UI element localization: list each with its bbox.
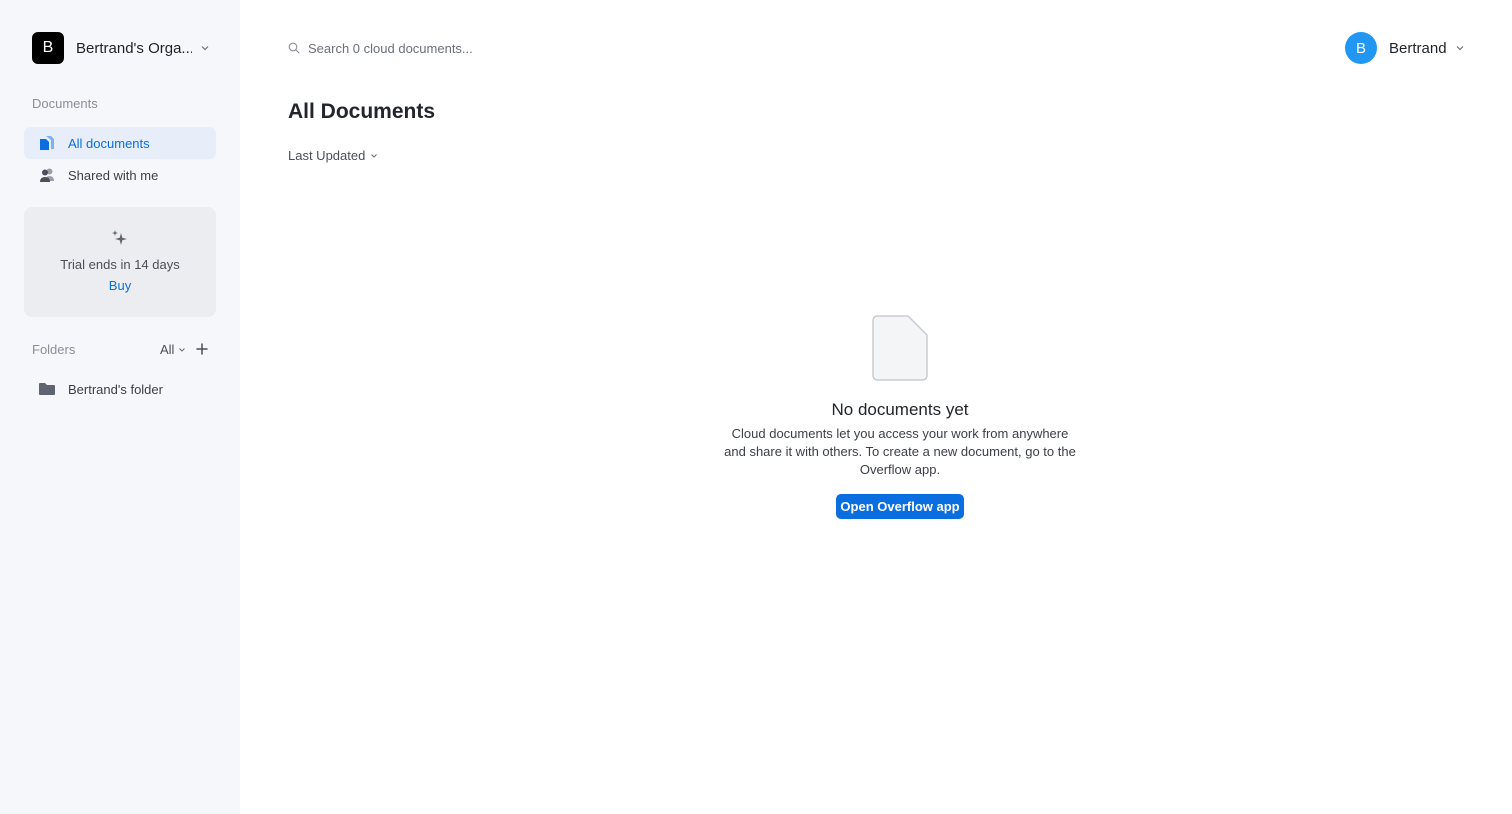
sidebar-item-shared-with-me[interactable]: Shared with me xyxy=(24,159,216,191)
org-avatar: B xyxy=(32,32,64,64)
folder-label: Bertrand's folder xyxy=(68,381,163,397)
documents-icon xyxy=(38,134,56,152)
user-menu[interactable]: B Bertrand xyxy=(1345,32,1465,64)
add-folder-plus-icon[interactable] xyxy=(194,341,210,357)
shared-users-icon xyxy=(38,166,56,184)
search-icon xyxy=(288,42,300,54)
search-input[interactable] xyxy=(308,40,668,56)
user-name: Bertrand xyxy=(1389,39,1447,57)
sparkles-icon xyxy=(112,230,127,245)
chevron-down-icon xyxy=(371,153,378,158)
empty-document-icon xyxy=(872,315,928,381)
avatar: B xyxy=(1345,32,1377,64)
sidebar-item-label: All documents xyxy=(68,135,150,151)
chevron-down-icon xyxy=(201,46,209,51)
open-overflow-app-button[interactable]: Open Overflow app xyxy=(836,494,964,519)
chevron-down-icon xyxy=(1456,46,1463,51)
empty-state-description: Cloud documents let you access your work… xyxy=(724,426,1076,477)
org-name: Bertrand's Orga... xyxy=(76,39,192,57)
org-switcher[interactable]: B Bertrand's Orga... xyxy=(32,32,210,64)
sort-label: Last Updated xyxy=(288,148,366,163)
documents-section-label: Documents xyxy=(32,96,98,111)
chevron-down-icon xyxy=(179,347,186,352)
search-bar xyxy=(288,38,688,58)
empty-state-title: No documents yet xyxy=(831,400,969,419)
folders-filter-dropdown[interactable]: All xyxy=(160,342,186,357)
buy-link[interactable]: Buy xyxy=(24,278,216,293)
sidebar-item-folder[interactable]: Bertrand's folder xyxy=(24,373,216,405)
trial-status-text: Trial ends in 14 days xyxy=(60,257,180,272)
folder-icon xyxy=(38,380,56,398)
sidebar: B Bertrand's Orga... Documents All docum… xyxy=(0,0,240,814)
page-title: All Documents xyxy=(288,100,436,123)
folders-filter-label: All xyxy=(160,342,175,357)
sidebar-item-label: Shared with me xyxy=(68,167,159,183)
sort-dropdown[interactable]: Last Updated xyxy=(288,148,378,163)
sidebar-item-all-documents[interactable]: All documents xyxy=(24,127,216,159)
folders-section-label: Folders xyxy=(32,342,76,357)
trial-card: Trial ends in 14 days Buy xyxy=(24,207,216,317)
